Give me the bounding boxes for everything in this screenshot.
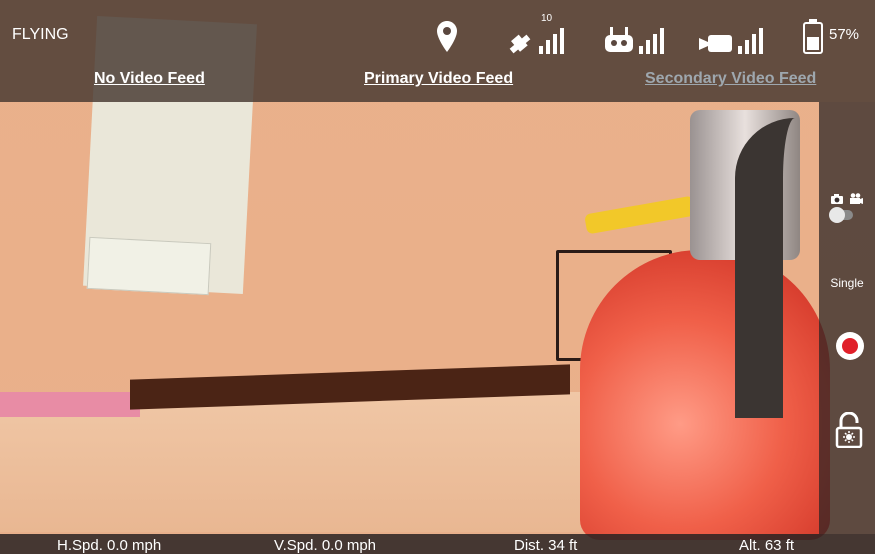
horizontal-speed: H.Spd. 0.0 mph (57, 537, 162, 554)
video-camera-icon (699, 35, 732, 52)
location-pin-icon[interactable] (436, 14, 458, 54)
battery-icon (803, 19, 823, 54)
tab-primary-video-feed[interactable]: Primary Video Feed (364, 70, 513, 88)
rc-signal-bars (639, 28, 664, 54)
video-camera-icon (850, 193, 863, 204)
lock-open-icon[interactable] (835, 411, 863, 449)
mode-switch[interactable] (829, 207, 853, 223)
gps-signal[interactable] (505, 14, 564, 54)
video-signal-bars (738, 28, 763, 54)
distance: Dist. 34 ft (514, 537, 578, 554)
remote-controller-icon (605, 27, 633, 52)
photo-camera-icon (831, 194, 843, 204)
camera-control-panel: Single (819, 102, 875, 534)
satellite-icon (509, 34, 531, 54)
top-status-bar: FLYING 10 57% No Video Feed Primary Vide… (0, 0, 875, 102)
paper-form (86, 236, 212, 296)
shoot-mode-label[interactable]: Single (819, 276, 875, 290)
satellite-count: 10 (541, 13, 553, 24)
video-signal[interactable] (698, 14, 763, 54)
vertical-speed: V.Spd. 0.0 mph (274, 537, 377, 554)
record-button[interactable] (836, 332, 864, 360)
flight-mode: FLYING (12, 26, 69, 43)
video-feed-tabs: No Video Feed Primary Video Feed Seconda… (0, 70, 875, 94)
pink-strip (0, 392, 140, 417)
tab-no-video-feed[interactable]: No Video Feed (94, 70, 205, 88)
altitude: Alt. 63 ft (739, 537, 795, 554)
battery-indicator[interactable] (802, 14, 824, 54)
gps-signal-bars (539, 28, 564, 54)
status-row: FLYING 10 57% (0, 0, 875, 64)
safety-tag (584, 195, 696, 235)
telemetry-bar: H.Spd. 0.0 mph V.Spd. 0.0 mph Dist. 34 f… (0, 534, 875, 554)
rc-signal[interactable] (603, 14, 664, 54)
battery-percent: 57% (829, 26, 860, 43)
tab-secondary-video-feed[interactable]: Secondary Video Feed (645, 70, 816, 88)
